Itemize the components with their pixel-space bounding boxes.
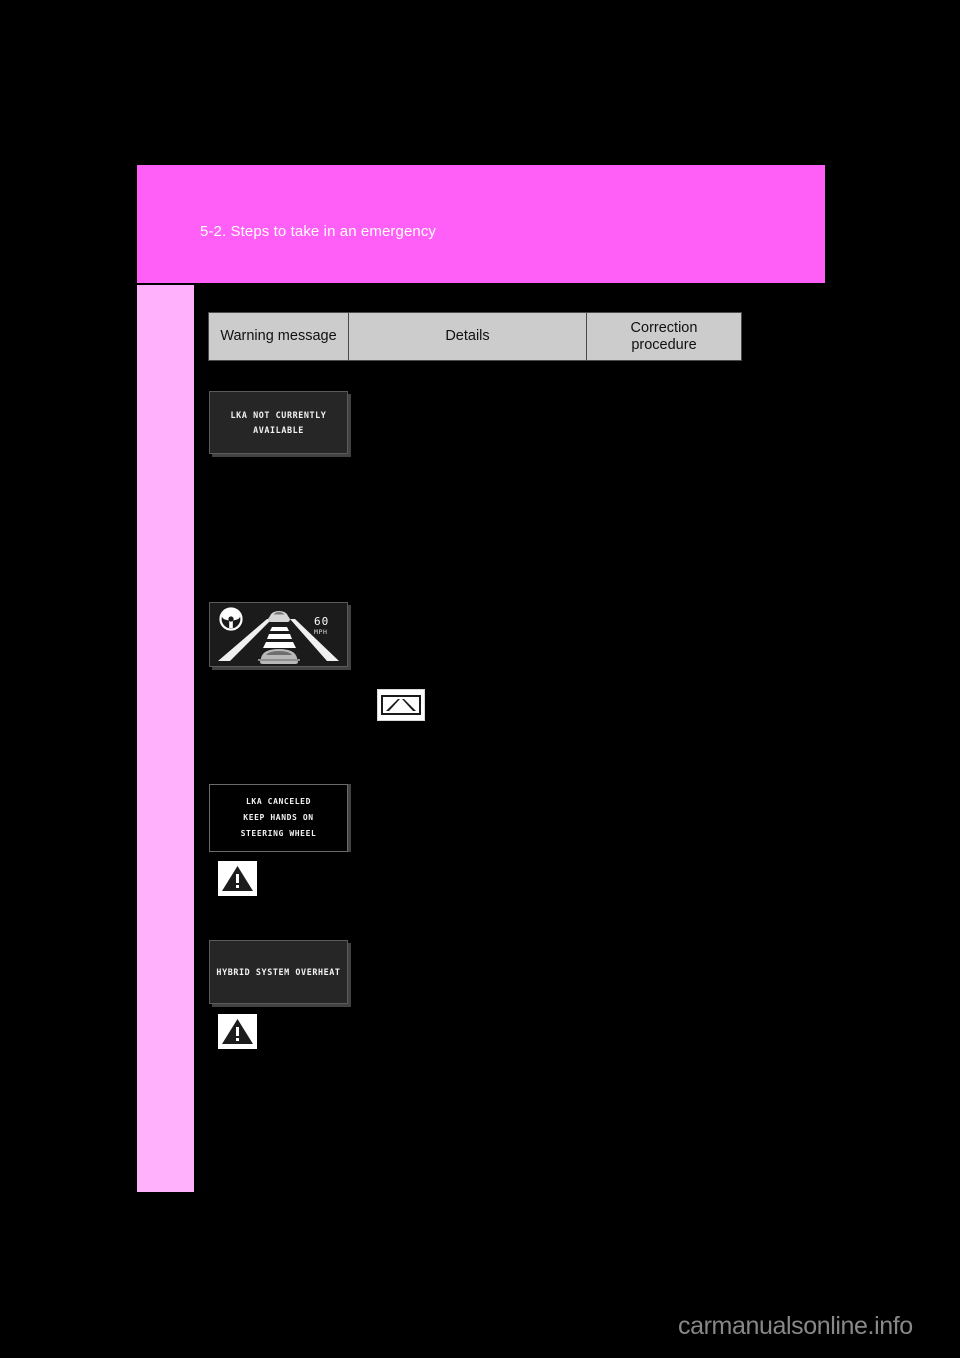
warning-triangle-icon (218, 861, 257, 896)
display-message-text: LKA CANCELED KEEP HANDS ON STEERING WHEE… (240, 797, 317, 838)
display-message-text: HYBRID SYSTEM OVERHEAT (216, 966, 341, 977)
correction-label-line2: procedure (631, 336, 697, 353)
page-root: 5-2. Steps to take in an emergency Warni… (0, 0, 960, 1358)
chapter-side-tab (137, 285, 194, 1192)
correction-label-line1: Correction (630, 319, 698, 336)
site-watermark: carmanualsonline.info (678, 1312, 913, 1340)
warning-triangle-glyph (222, 866, 253, 891)
display-hybrid-system-overheat: HYBRID SYSTEM OVERHEAT (209, 940, 348, 1004)
lane-view-graphic: 60 MPH (210, 603, 347, 666)
speed-unit: MPH (314, 628, 328, 636)
lane-departure-glyph (381, 695, 421, 715)
table-column-header-warning-message: Warning message (209, 313, 349, 360)
display-lane-keeping-assist-view: 60 MPH (209, 602, 348, 667)
speed-readout: 60 MPH (314, 615, 329, 636)
speed-value: 60 (314, 615, 329, 628)
display-message-text: LKA NOT CURRENTLY AVAILABLE (230, 409, 327, 435)
table-column-header-correction-procedure: Correction procedure (587, 313, 741, 360)
page-title: 5-2. Steps to take in an emergency (200, 223, 437, 240)
warning-table-header: Warning message Details Correction proce… (208, 312, 742, 361)
warning-triangle-glyph (222, 1019, 253, 1044)
display-lka-not-currently-available: LKA NOT CURRENTLY AVAILABLE (209, 391, 348, 454)
display-lka-canceled: LKA CANCELED KEEP HANDS ON STEERING WHEE… (209, 784, 348, 852)
warning-triangle-icon (218, 1014, 257, 1049)
section-header-band: 5-2. Steps to take in an emergency (137, 165, 825, 283)
table-column-header-details: Details (349, 313, 587, 360)
steering-wheel-icon (219, 607, 243, 631)
lane-departure-icon (377, 689, 425, 721)
